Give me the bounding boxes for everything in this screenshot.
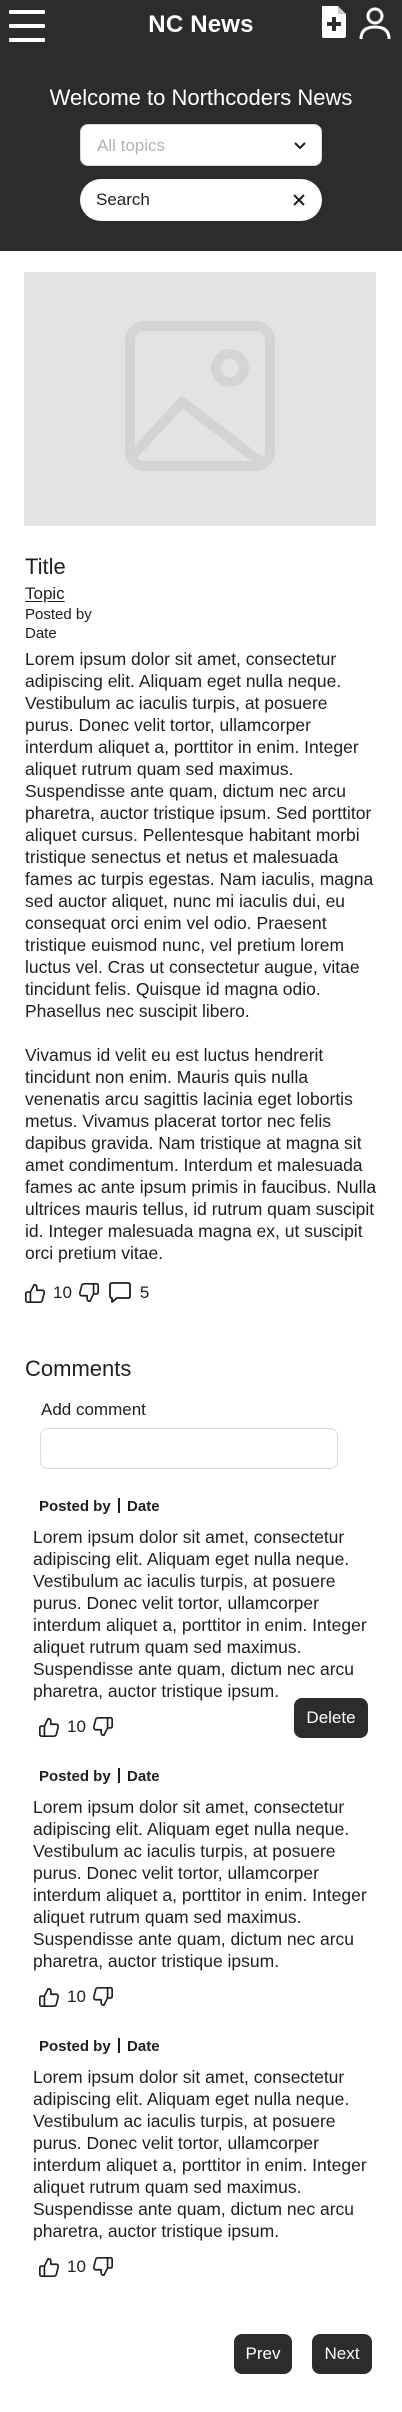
thumbs-down-icon[interactable] [78,1282,100,1304]
thumbs-down-icon[interactable] [92,2256,114,2278]
comment-votes: 10 [38,2254,114,2280]
article-meta: Posted by Date [25,605,92,643]
article-title: Title [25,554,66,579]
welcome-hero: Welcome to Northcoders News All topics S… [0,51,402,251]
thumbs-down-icon[interactable] [92,1716,114,1738]
comment-author: Posted by [39,1498,111,1515]
article-image [24,272,376,526]
comment-meta: Posted by Date [39,2038,160,2055]
delete-comment-button[interactable]: Delete [294,1698,368,1738]
article-paragraph: Vivamus id velit eu est luctus hendrerit… [25,1045,377,1263]
user-icon[interactable] [358,6,392,40]
next-page-button[interactable]: Next [312,2334,372,2374]
article-vote-count: 10 [53,1283,72,1302]
comment-body: Lorem ipsum dolor sit amet, consectetur … [33,2067,367,2241]
comment-bubble-icon[interactable] [108,1282,132,1304]
top-nav-bar: NC News [0,0,402,52]
thumbs-up-icon[interactable] [24,1282,46,1304]
prev-page-button[interactable]: Prev [234,2334,292,2374]
comment-votes: 10 [38,1714,114,1740]
comment-vote-count: 10 [67,1717,86,1736]
comment-date: Date [127,1498,160,1515]
add-document-icon[interactable] [318,4,350,40]
chevron-down-icon [294,142,306,150]
article-paragraph: Lorem ipsum dolor sit amet, consectetur … [25,649,374,1021]
article-topic-link[interactable]: Topic [25,584,65,604]
comment-meta: Posted by Date [39,1498,160,1515]
thumbs-up-icon[interactable] [38,2256,60,2278]
topic-select[interactable]: All topics [80,124,322,166]
thumbs-up-icon[interactable] [38,1716,60,1738]
add-comment-input[interactable] [40,1428,338,1469]
article-date: Date [25,625,57,642]
add-comment-label: Add comment [41,1400,146,1419]
comments-heading: Comments [25,1356,132,1381]
topic-select-placeholder: All topics [97,136,166,155]
thumbs-up-icon[interactable] [38,1986,60,2008]
search-input[interactable]: Search [80,179,322,221]
article-actions: 10 5 [24,1280,149,1306]
close-icon[interactable] [292,193,306,207]
thumbs-down-icon[interactable] [92,1986,114,2008]
comment-author: Posted by [39,1768,111,1785]
comment-body: Lorem ipsum dolor sit amet, consectetur … [33,1797,367,1971]
welcome-heading: Welcome to Northcoders News [49,85,353,110]
comment-vote-count: 10 [67,2257,86,2276]
comment-date: Date [127,1768,160,1785]
comment-vote-count: 10 [67,1987,86,2006]
image-placeholder-icon [125,321,275,471]
comment-author: Posted by [39,2038,111,2055]
search-input-value: Search [96,190,150,209]
article-comment-count: 5 [139,1283,150,1302]
comment-date: Date [127,2038,160,2055]
comment-body: Lorem ipsum dolor sit amet, consectetur … [33,1527,367,1701]
article-author: Posted by [25,606,92,623]
comment-meta: Posted by Date [39,1768,160,1785]
article-body: Lorem ipsum dolor sit amet, consectetur … [25,648,380,1286]
comment-votes: 10 [38,1984,114,2010]
